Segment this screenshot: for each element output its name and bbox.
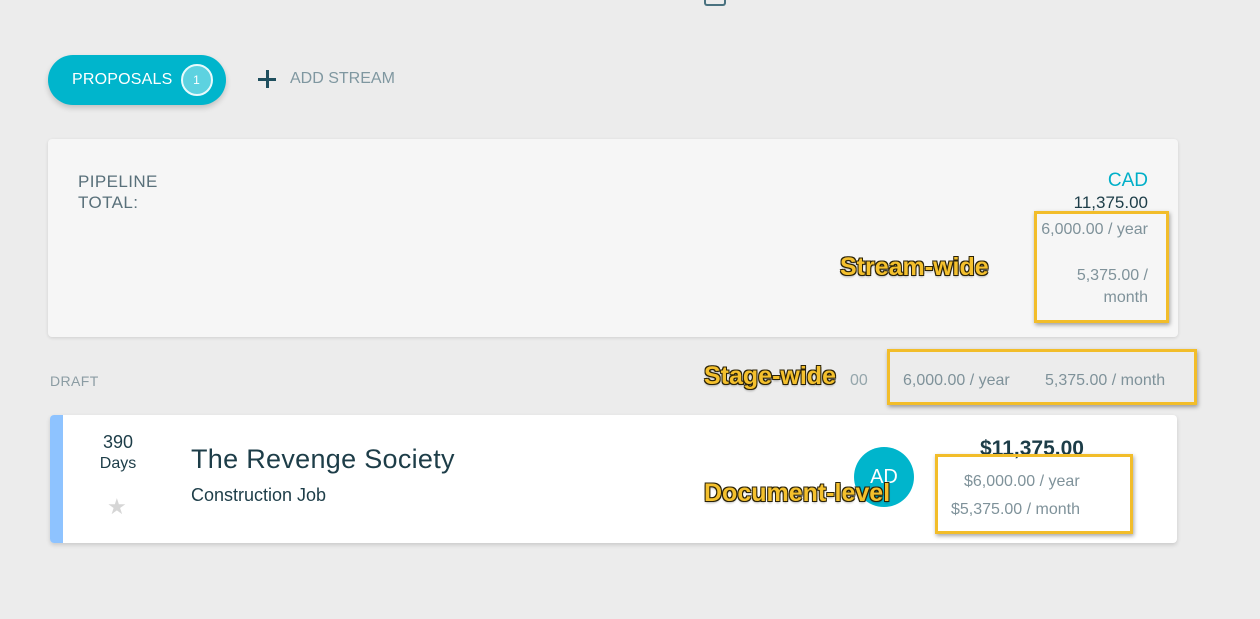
add-stream-label: ADD STREAM: [290, 70, 395, 87]
document-subtitle: Construction Job: [191, 485, 327, 505]
proposals-tab-label: PROPOSALS: [72, 71, 173, 88]
document-icon[interactable]: [704, 0, 726, 6]
stage-wide-annotation: Stage-wide: [704, 362, 836, 390]
proposals-count-badge: 1: [180, 64, 213, 96]
pipeline-summary-card: PIPELINE TOTAL: CAD 11,375.00 6,000.00 /…: [48, 139, 1178, 337]
card-accent-bar: [50, 415, 63, 543]
days-count: 390: [102, 432, 134, 452]
document-highlight-box: [935, 454, 1133, 534]
plus-icon: [258, 70, 276, 88]
add-stream-button[interactable]: ADD STREAM: [258, 62, 395, 96]
proposals-tab[interactable]: PROPOSALS 1: [48, 55, 226, 105]
stream-highlight-box: [1034, 211, 1169, 323]
document-level-annotation: Document-level: [704, 479, 891, 507]
stream-wide-annotation: Stream-wide: [840, 253, 989, 281]
star-icon[interactable]: ★: [107, 494, 127, 520]
pipeline-total-value: 11,375.00: [1073, 193, 1148, 212]
days-label: Days: [99, 455, 137, 472]
document-title: The Revenge Society: [191, 444, 455, 474]
currency-code: CAD: [1107, 170, 1148, 191]
pipeline-total-label: PIPELINE TOTAL:: [78, 172, 158, 212]
stage-name: DRAFT: [50, 373, 99, 389]
stage-highlight-box: [887, 349, 1197, 405]
stage-total-value: 00: [850, 372, 868, 389]
